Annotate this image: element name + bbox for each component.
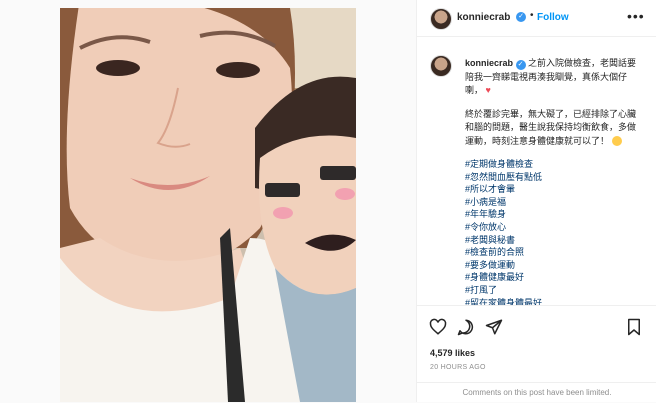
username-link[interactable]: konniecrab [457,12,510,23]
hashtag-link[interactable]: #所以才會暈 [465,183,643,196]
avatar[interactable] [430,8,452,30]
comment-icon[interactable] [457,318,475,336]
heart-icon[interactable] [429,318,447,336]
post-timestamp[interactable]: 20 HOURS AGO [430,364,486,371]
hashtag-link[interactable]: #忽然間血壓有點低 [465,171,643,184]
likes-count[interactable]: 4,579 likes [430,348,475,358]
verified-icon: ✓ [515,60,526,70]
post-header: konniecrab ✓ • Follow ••• [417,0,656,37]
hashtag-link[interactable]: #打風了 [465,284,643,297]
bookmark-icon[interactable] [625,318,643,336]
comments-limited-notice: Comments on this post have been limited. [417,382,656,403]
more-options-icon[interactable]: ••• [627,8,645,24]
caption-avatar[interactable] [430,55,452,77]
hashtag-link[interactable]: #小病是福 [465,196,643,209]
smiley-emoji-icon [611,136,622,147]
caption-line-2: 終於覆診完畢，無大礙了，已經排除了心臟和腦的問題，醫生說我保持均衡飲食，多做運動… [465,108,637,146]
follow-button[interactable]: Follow [537,12,569,23]
verified-badge-icon: ✓ [516,12,526,22]
hashtag-link[interactable]: #年年驗身 [465,208,643,221]
hashtag-link[interactable]: #身體健康最好 [465,271,643,284]
hashtag-list: #定期做身體檢查 #忽然間血壓有點低 #所以才會暈 #小病是福 #年年驗身 #令… [465,158,643,305]
hashtag-link[interactable]: #留在家體身體最好 [465,297,643,305]
post-photo[interactable] [60,8,356,402]
hashtag-link[interactable]: #令你放心 [465,221,643,234]
share-icon[interactable] [485,318,503,336]
caption-username-link[interactable]: konniecrab [465,58,513,68]
caption-area: konniecrab ✓ 之前入院做檢查，老闆話要陪我一齊睇電視再湊我瞓覺，真係… [417,37,656,305]
hashtag-link[interactable]: #老闆與秘書 [465,234,643,247]
hashtag-link[interactable]: #定期做身體檢查 [465,158,643,171]
action-bar [417,305,656,346]
hashtag-link[interactable]: #檢查前的合照 [465,246,643,259]
hashtag-link[interactable]: #要多做運動 [465,259,643,272]
separator-dot: • [530,10,534,21]
post-panel: konniecrab ✓ • Follow ••• konniecrab ✓ 之… [416,0,656,402]
caption-text: konniecrab ✓ 之前入院做檢查，老闆話要陪我一齊睇電視再湊我瞓覺，真係… [465,57,643,305]
photo-illustration [60,8,356,402]
heart-emoji-icon: ♥ [485,85,491,95]
